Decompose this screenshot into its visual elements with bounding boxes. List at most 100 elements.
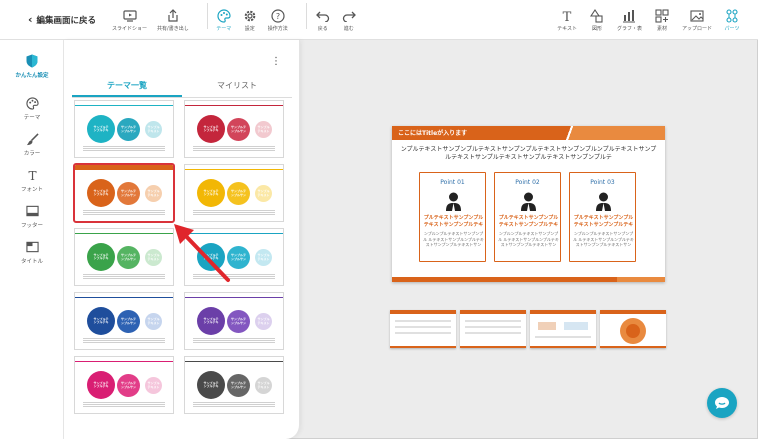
slide-thumbnail[interactable]: [460, 310, 526, 348]
theme-sample-circle: サンプルテ ンプルサン: [117, 118, 140, 141]
rail-label: タイトル: [20, 259, 43, 265]
theme-card-header-bar: [75, 101, 173, 106]
slide-thumbnail[interactable]: [530, 310, 596, 348]
theme-card-yellow[interactable]: サンプルテ ンプルテキ サンプルテ ンプルサン サンプル テキスト: [184, 164, 284, 222]
theme-sample-circle: サンプルテ ンプルテキ: [197, 307, 225, 335]
text-label: テキスト: [557, 26, 577, 32]
theme-sample-circle: サンプル テキスト: [255, 185, 272, 202]
theme-card-text-lines: [193, 210, 275, 216]
point-card: Point 02 プルテキストサンプンプル テキストサンプンプルテキ ンプルンプ…: [494, 172, 561, 262]
chat-bubble-icon: [715, 397, 729, 409]
theme-card-orange[interactable]: サンプルテ ンプルテキ サンプルテ ンプルサン サンプル テキスト: [73, 163, 175, 223]
mini-header: [460, 310, 526, 314]
grid-plus-icon: [654, 9, 670, 23]
redo-arrow-icon: [341, 9, 357, 23]
theme-card-purple[interactable]: サンプルテ ンプルテキ サンプルテ ンプルサン サンプル テキスト: [184, 292, 284, 350]
person-icon: [521, 192, 536, 211]
redo-button[interactable]: 進む: [341, 9, 357, 32]
tab-theme-list[interactable]: テーマ一覧: [72, 76, 182, 97]
theme-card-text-lines: [83, 274, 165, 280]
mini-circle: [626, 324, 640, 338]
help-label: 操作方法: [267, 25, 288, 32]
svg-text:?: ?: [276, 12, 280, 21]
settings-button[interactable]: 設定: [242, 9, 258, 32]
share-export-button[interactable]: 共有/書き出し: [157, 8, 189, 32]
slide-thumbnail[interactable]: [390, 310, 456, 348]
theme-sample-circle: サンプル テキスト: [145, 121, 162, 138]
theme-button[interactable]: テーマ: [216, 8, 232, 32]
slide-header-accent: [560, 126, 665, 140]
text-button[interactable]: T テキスト: [557, 9, 577, 32]
theme-sample-circle: サンプルテ ンプルテキ: [87, 307, 115, 335]
svg-text:T: T: [563, 10, 572, 23]
toolbar-separator: [305, 2, 307, 29]
graph-table-button[interactable]: グラフ・表: [617, 9, 642, 32]
rail-label: テーマ: [23, 115, 41, 121]
mini-header: [530, 310, 596, 314]
kebab-menu-icon[interactable]: ⋮: [271, 56, 281, 67]
back-label: 編集画面に戻る: [36, 15, 97, 26]
rail-item-color[interactable]: カラー: [0, 132, 64, 157]
theme-sample-circle: サンプルテ ンプルサン: [227, 182, 250, 205]
mini-line: [535, 336, 591, 338]
theme-sample-circle: サンプル テキスト: [255, 377, 272, 394]
slide-preview[interactable]: ここにはTitleが入ります ンプルテキストサンプンプルテキストサンプンプルテキ…: [392, 126, 665, 282]
theme-sample-circle: サンプル テキスト: [145, 313, 162, 330]
theme-card-teal[interactable]: サンプルテ ンプルテキ サンプルテ ンプルサン サンプル テキスト: [74, 100, 174, 158]
slideshow-button[interactable]: スライドショー: [112, 9, 147, 32]
theme-card-text-lines: [83, 210, 165, 216]
undo-button[interactable]: 戻る: [315, 9, 331, 32]
theme-card-text-lines: [83, 338, 165, 344]
point-card: Point 03 プルテキストサンプンプル テキストサンプンプルテキ ンプルンプ…: [569, 172, 636, 262]
question-circle-icon: ?: [270, 8, 286, 23]
play-screen-icon: [122, 9, 138, 23]
mini-header: [600, 310, 666, 314]
parts-button[interactable]: パーツ: [724, 9, 740, 32]
toolbar-left-group: スライドショー 共有/書き出し テーマ 設定 ? 操作方法 戻る 進む: [112, 0, 367, 40]
slide-footer-accent: [617, 277, 665, 282]
tab-my-list[interactable]: マイリスト: [182, 76, 292, 97]
slide-thumbnail[interactable]: [600, 310, 666, 348]
rail-item-footer[interactable]: フッター: [0, 204, 64, 229]
text-t-icon: T: [25, 168, 39, 182]
rail-item-easy-settings[interactable]: かんたん設定: [0, 54, 64, 79]
theme-card-header-bar: [75, 229, 173, 234]
top-toolbar: ‹ 編集画面に戻る スライドショー 共有/書き出し テーマ 設定 ? 操作方法 …: [0, 0, 758, 40]
theme-card-crimson[interactable]: サンプルテ ンプルテキ サンプルテ ンプルサン サンプル テキスト: [184, 100, 284, 158]
theme-sample-circle: サンプル テキスト: [145, 185, 162, 202]
shield-icon: [25, 54, 39, 68]
theme-card-header-bar: [185, 101, 283, 106]
upload-label: アップロード: [681, 26, 712, 32]
chevron-left-icon: ‹: [28, 13, 33, 26]
rail-item-title[interactable]: タイトル: [0, 240, 64, 265]
theme-sample-circle: サンプルテ ンプルテキ: [197, 179, 225, 207]
share-upload-icon: [165, 8, 181, 23]
theme-card-header-bar: [75, 293, 173, 298]
mini-footer: [390, 346, 456, 348]
shape-button[interactable]: 図形: [589, 9, 605, 32]
theme-card-pink[interactable]: サンプルテ ンプルテキ サンプルテ ンプルサン サンプル テキスト: [74, 356, 174, 414]
theme-card-navy[interactable]: サンプルテ ンプルテキ サンプルテ ンプルサン サンプル テキスト: [74, 292, 174, 350]
toolbar-right-group: T テキスト 図形 グラフ・表 素材 アップロード パーツ: [545, 0, 740, 40]
rail-item-font[interactable]: T フォント: [0, 168, 64, 193]
undo-label: 戻る: [317, 25, 328, 32]
theme-card-header-bar: [185, 357, 283, 362]
person-icon: [446, 192, 461, 211]
rail-item-theme[interactable]: テーマ: [0, 96, 64, 121]
bar-chart-icon: [621, 9, 637, 23]
material-label: 素材: [656, 26, 667, 32]
help-button[interactable]: ? 操作方法: [267, 8, 288, 32]
rail-label: かんたん設定: [15, 73, 49, 79]
theme-sample-circle: サンプル テキスト: [145, 377, 162, 394]
theme-card-text-lines: [193, 146, 275, 152]
theme-card-green[interactable]: サンプルテ ンプルテキ サンプルテ ンプルサン サンプル テキスト: [74, 228, 174, 286]
share-label: 共有/書き出し: [157, 25, 189, 32]
chat-support-button[interactable]: [707, 388, 737, 418]
graph-label: グラフ・表: [616, 26, 642, 32]
theme-card-gray[interactable]: サンプルテ ンプルテキ サンプルテ ンプルサン サンプル テキスト: [184, 356, 284, 414]
material-button[interactable]: 素材: [654, 9, 670, 32]
upload-button[interactable]: アップロード: [682, 9, 712, 32]
theme-sample-circle: サンプルテ ンプルサン: [227, 374, 250, 397]
back-to-editor-button[interactable]: ‹ 編集画面に戻る: [0, 0, 112, 40]
mini-block: [538, 322, 556, 330]
